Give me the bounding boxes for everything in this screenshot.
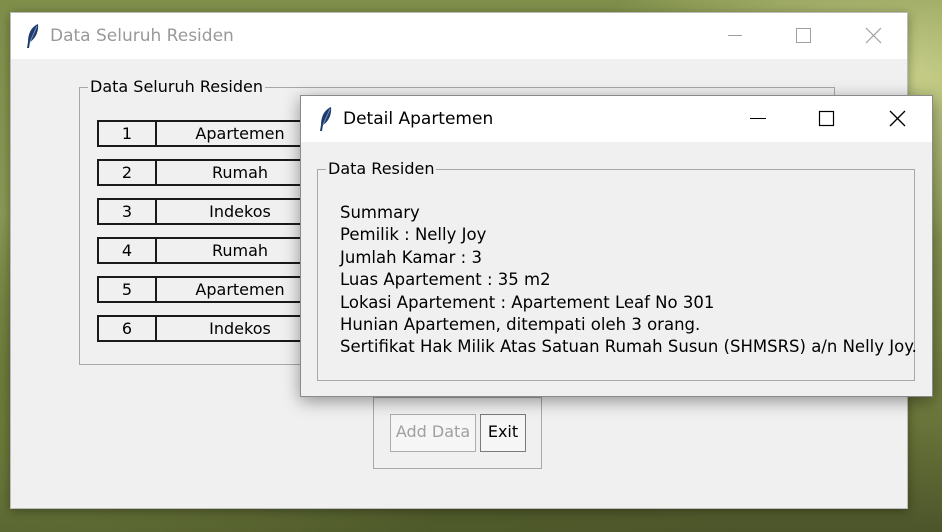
feather-icon — [27, 24, 39, 48]
exit-button[interactable]: Exit — [480, 414, 526, 452]
close-button[interactable] — [843, 13, 901, 59]
summary-line: Sertifikat Hak Milik Atas Satuan Rumah S… — [340, 337, 917, 357]
maximize-icon — [796, 28, 811, 43]
summary-line: Summary — [340, 203, 420, 222]
detail-maximize-button[interactable] — [797, 96, 855, 142]
maximize-button[interactable] — [773, 13, 831, 59]
add-data-button[interactable]: Add Data — [390, 414, 476, 452]
detail-window: Detail Apartemen Summary Pemilik : Nelly… — [300, 95, 933, 397]
detail-close-button[interactable] — [871, 96, 929, 142]
close-icon — [889, 110, 906, 127]
maximize-icon — [818, 110, 835, 127]
row-number: 2 — [97, 159, 157, 186]
minimize-button[interactable] — [706, 13, 764, 59]
main-window-title: Data Seluruh Residen — [50, 26, 234, 46]
summary-line: Jumlah Kamar : 3 — [340, 247, 482, 267]
summary-line: Hunian Apartemen, ditempati oleh 3 orang… — [340, 315, 701, 335]
main-titlebar[interactable]: Data Seluruh Residen — [11, 13, 907, 59]
minimize-icon — [750, 118, 766, 119]
summary-line: Luas Apartement : 35 m2 — [340, 270, 551, 290]
row-number: 5 — [97, 276, 157, 303]
close-icon — [865, 27, 882, 44]
data-residen-frame-label: Data Residen — [326, 159, 437, 178]
feather-icon — [320, 107, 332, 131]
row-number: 4 — [97, 237, 157, 264]
residen-summary: Summary Pemilik : Nelly Joy Jumlah Kamar… — [340, 202, 917, 359]
detail-window-title: Detail Apartemen — [343, 109, 494, 129]
summary-line: Pemilik : Nelly Joy — [340, 225, 487, 245]
summary-line: Lokasi Apartement : Apartement Leaf No 3… — [340, 292, 715, 312]
detail-titlebar[interactable]: Detail Apartemen — [301, 96, 932, 142]
detail-minimize-button[interactable] — [729, 96, 787, 142]
row-number: 6 — [97, 315, 157, 342]
minimize-icon — [728, 35, 742, 36]
data-residen-frame: Summary Pemilik : Nelly Joy Jumlah Kamar… — [317, 169, 917, 381]
row-number: 3 — [97, 198, 157, 225]
residen-list-frame-label: Data Seluruh Residen — [88, 77, 265, 96]
row-number: 1 — [97, 120, 157, 147]
